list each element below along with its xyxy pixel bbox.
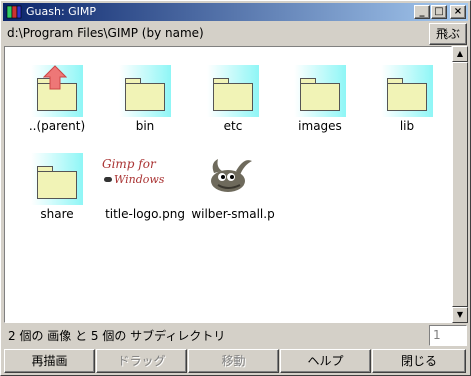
minimize-icon: _	[419, 6, 425, 17]
file-item-label: share	[40, 207, 74, 221]
file-item-wilber-small[interactable]: wilber-small.p	[184, 143, 275, 233]
folder-icon	[119, 65, 171, 117]
file-item-label: images	[298, 119, 342, 133]
file-item-lib[interactable]: lib	[358, 55, 448, 145]
maximize-button[interactable]: □	[431, 5, 447, 19]
scroll-down-button[interactable]: ▼	[452, 307, 468, 323]
file-item-label: title-logo.png	[105, 207, 185, 221]
status-text: 2 個の 画像 と 5 個の サブディレクトリ	[8, 329, 226, 343]
file-item-share[interactable]: share	[8, 143, 98, 233]
page-number-field[interactable]: 1	[429, 325, 467, 346]
file-item-etc[interactable]: etc	[184, 55, 274, 145]
redraw-button[interactable]: 再描画	[4, 349, 95, 373]
close-icon: ×	[453, 6, 463, 17]
drag-button[interactable]: ドラッグ	[96, 349, 187, 373]
move-button[interactable]: 移動	[188, 349, 279, 373]
folder-icon	[31, 153, 83, 205]
triangle-down-icon: ▼	[456, 310, 464, 319]
file-item-label: ..(parent)	[28, 119, 86, 133]
bottom-button-bar: 再描画 ドラッグ 移動 ヘルプ 閉じる	[4, 349, 468, 373]
title-bar[interactable]: Guash: GIMP _ □ ×	[3, 3, 468, 21]
file-browser-area[interactable]: ..(parent) bin etc images lib share Gimp…	[4, 46, 452, 323]
current-path: d:\Program Files\GIMP (by name)	[7, 26, 204, 40]
folder-icon	[381, 65, 433, 117]
minimize-button[interactable]: _	[414, 5, 430, 19]
image-thumbnail: Gimp for Windows	[102, 157, 165, 186]
wilber-thumbnail	[211, 159, 252, 192]
gimp-app-icon	[6, 5, 22, 19]
jump-button[interactable]: 飛ぶ	[429, 23, 467, 45]
scroll-thumb[interactable]	[452, 62, 468, 307]
scroll-up-button[interactable]: ▲	[452, 46, 468, 62]
file-item-images[interactable]: images	[271, 55, 361, 145]
file-item-title-logo[interactable]: Gimp for Windows title-logo.png	[96, 143, 186, 233]
app-window: Guash: GIMP _ □ × d:\Program Files\GIMP …	[0, 0, 471, 376]
file-item-label: wilber-small.p	[191, 207, 275, 221]
close-button[interactable]: 閉じる	[372, 349, 466, 373]
folder-icon	[294, 65, 346, 117]
up-arrow-icon	[43, 65, 67, 90]
close-window-button[interactable]: ×	[450, 5, 466, 19]
file-item-bin[interactable]: bin	[96, 55, 186, 145]
help-button[interactable]: ヘルプ	[280, 349, 371, 373]
vertical-scrollbar[interactable]: ▲ ▼	[452, 46, 468, 323]
file-item-parent[interactable]: ..(parent)	[8, 55, 98, 145]
triangle-up-icon: ▲	[456, 49, 464, 58]
window-title: Guash: GIMP	[26, 5, 97, 18]
parent-folder-icon	[31, 65, 83, 117]
file-item-label: lib	[399, 119, 415, 133]
file-item-label: etc	[223, 119, 243, 133]
folder-icon	[207, 65, 259, 117]
maximize-icon: □	[434, 6, 444, 17]
file-item-label: bin	[135, 119, 155, 133]
